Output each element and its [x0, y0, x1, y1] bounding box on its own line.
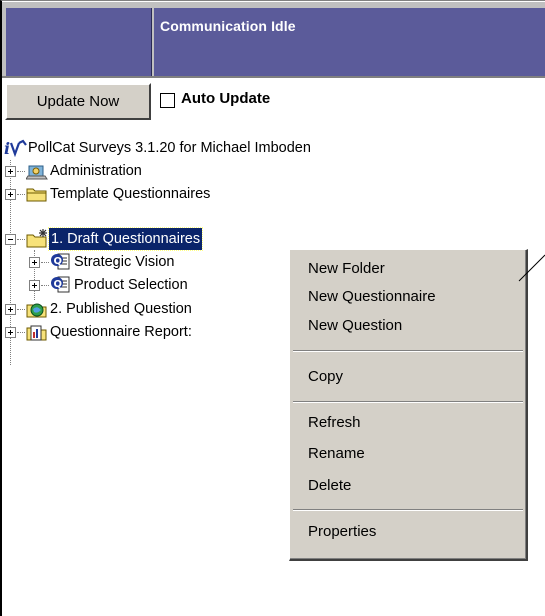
annotation-pointer-line — [518, 254, 545, 282]
